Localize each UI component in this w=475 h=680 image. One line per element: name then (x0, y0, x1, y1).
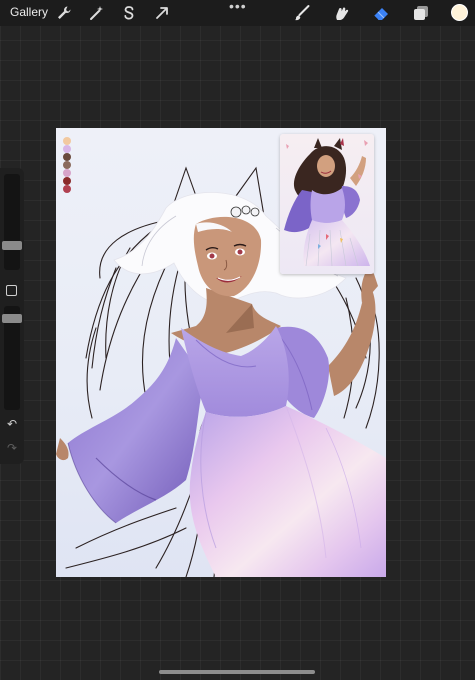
brush-size-slider[interactable] (2, 174, 22, 270)
palette-color-1[interactable] (63, 137, 71, 145)
drawing-canvas[interactable] (56, 128, 386, 577)
eraser-icon[interactable] (372, 4, 390, 22)
opacity-slider[interactable] (2, 306, 22, 410)
current-color-swatch[interactable] (451, 4, 468, 21)
palette-color-2[interactable] (63, 145, 71, 153)
more-actions-button[interactable]: ••• (229, 0, 246, 13)
opacity-handle[interactable] (2, 314, 22, 323)
reference-image[interactable] (280, 134, 374, 274)
undo-arrow-icon[interactable]: ↶ (5, 418, 19, 430)
palette-color-5[interactable] (63, 169, 71, 177)
brush-icon[interactable] (293, 4, 311, 22)
top-toolbar: Gallery ••• (0, 0, 475, 26)
palette-strip (63, 137, 72, 193)
wrench-icon[interactable] (55, 4, 73, 22)
transform-arrow-icon[interactable] (153, 4, 171, 22)
brush-size-handle[interactable] (2, 241, 22, 250)
magic-wand-icon[interactable] (88, 4, 106, 22)
modify-square-button[interactable] (6, 285, 17, 296)
left-sleeve (68, 338, 204, 523)
gallery-button[interactable]: Gallery (10, 5, 48, 19)
layers-icon[interactable] (412, 4, 430, 22)
home-indicator (159, 670, 315, 674)
palette-color-6[interactable] (63, 177, 71, 185)
skirt (189, 406, 386, 577)
left-sidebar: ↶ ↷ (0, 168, 24, 464)
palette-color-7[interactable] (63, 185, 71, 193)
smudge-icon[interactable] (332, 4, 350, 22)
palette-color-4[interactable] (63, 161, 71, 169)
raised-arm (328, 290, 376, 396)
redo-arrow-icon[interactable]: ↷ (5, 442, 19, 454)
palette-color-3[interactable] (63, 153, 71, 161)
selection-s-icon[interactable] (120, 4, 138, 22)
